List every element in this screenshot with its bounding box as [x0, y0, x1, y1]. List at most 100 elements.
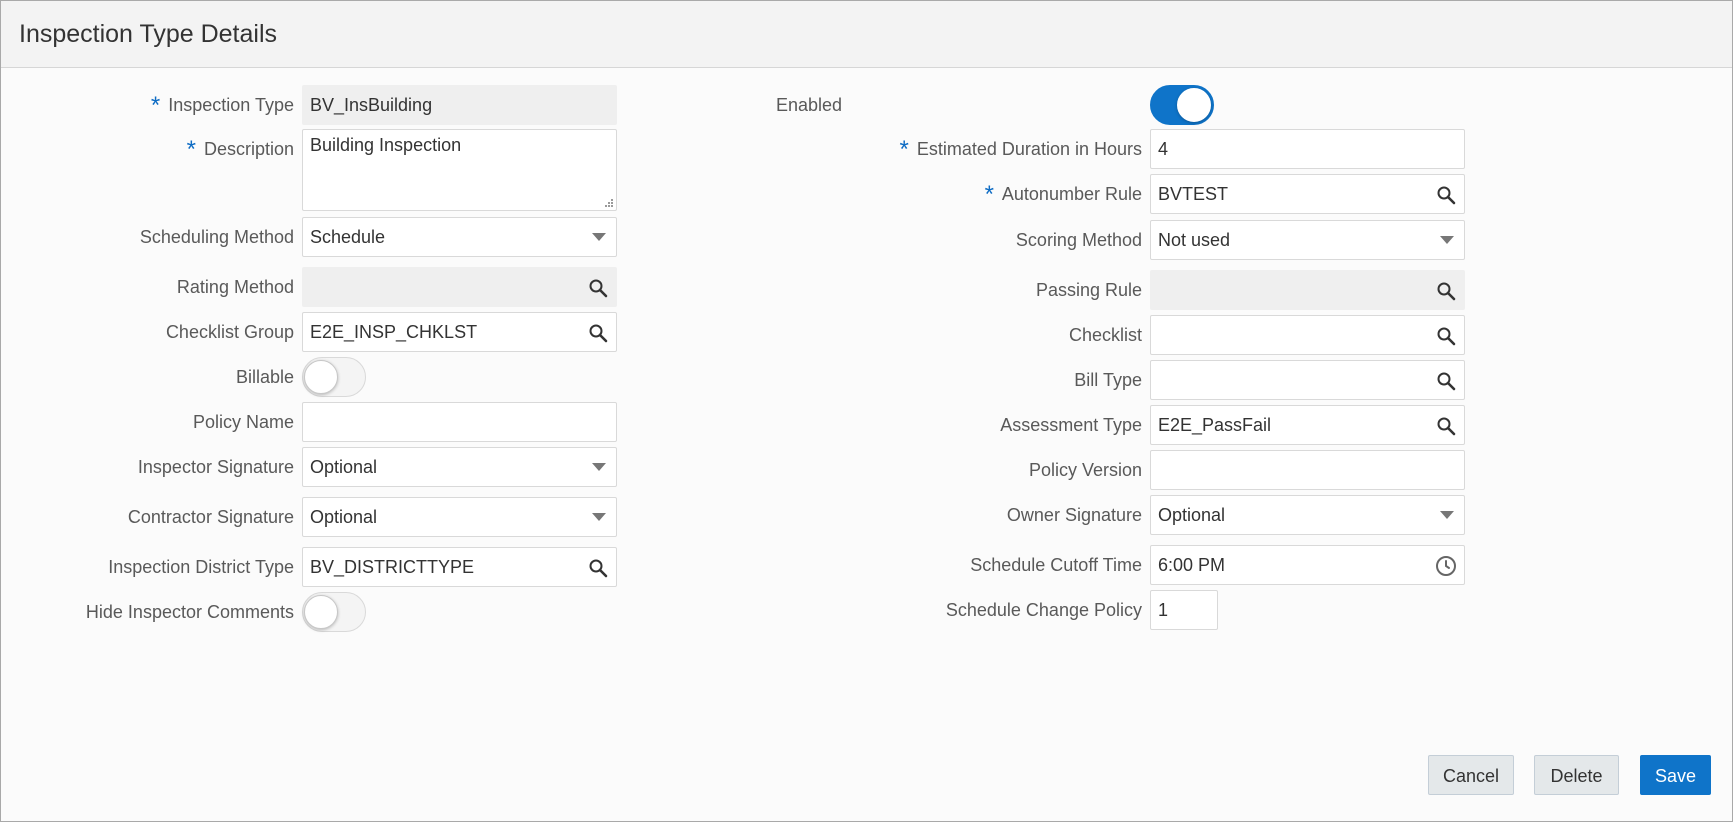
toggle-knob [1177, 88, 1211, 122]
chevron-down-icon [1440, 511, 1454, 519]
schedule-cutoff-time-row: Schedule Cutoff Time 6:00 PM [701, 545, 1471, 585]
search-icon[interactable] [1434, 324, 1458, 348]
checklist-input[interactable] [1150, 315, 1465, 355]
estimated-duration-value: 4 [1158, 139, 1169, 159]
inspection-type-dialog: Inspection Type Details * Inspection Type… [0, 0, 1733, 822]
chevron-down-icon [592, 513, 606, 521]
autonumber-rule-value: BVTEST [1158, 184, 1229, 204]
estimated-duration-input[interactable]: 4 [1150, 129, 1465, 169]
policy-version-label: Policy Version [1028, 460, 1142, 480]
required-marker: * [984, 181, 994, 208]
toggle-knob [304, 360, 338, 394]
inspector-signature-select[interactable]: Optional [302, 447, 617, 487]
enabled-label: Enabled [775, 95, 842, 115]
scheduling-method-select[interactable]: Schedule [302, 217, 617, 257]
billable-label: Billable [235, 367, 294, 387]
estimated-duration-row: * Estimated Duration in Hours 4 [701, 129, 1471, 169]
bill-type-input[interactable] [1150, 360, 1465, 400]
assessment-type-input[interactable]: E2E_PassFail [1150, 405, 1465, 445]
search-icon[interactable] [586, 556, 610, 580]
inspection-type-field: BV_InsBuilding [302, 85, 617, 125]
delete-button[interactable]: Delete [1534, 755, 1619, 795]
policy-version-input[interactable] [1150, 450, 1465, 490]
billable-row: Billable [1, 357, 621, 397]
owner-signature-label: Owner Signature [1006, 505, 1142, 525]
inspection-type-row: * Inspection Type BV_InsBuilding [1, 85, 621, 125]
passing-rule-label: Passing Rule [1035, 280, 1142, 300]
inspection-type-label: * Inspection Type [150, 92, 294, 119]
scheduling-method-row: Scheduling Method Schedule [1, 217, 621, 257]
assessment-type-value: E2E_PassFail [1158, 415, 1272, 435]
inspection-district-type-label: Inspection District Type [108, 557, 294, 577]
search-icon[interactable] [586, 276, 610, 300]
scoring-method-value: Not used [1158, 230, 1231, 250]
enabled-toggle[interactable] [1150, 85, 1214, 125]
resize-handle-icon[interactable] [603, 197, 613, 207]
policy-version-row: Policy Version [701, 450, 1471, 490]
schedule-change-policy-value: 1 [1158, 600, 1169, 620]
hide-inspector-comments-toggle[interactable] [302, 592, 366, 632]
required-marker: * [150, 92, 161, 119]
dialog-title: Inspection Type Details [19, 20, 278, 48]
checklist-group-row: Checklist Group E2E_INSP_CHKLST [1, 312, 621, 352]
schedule-cutoff-time-value: 6:00 PM [1158, 555, 1226, 575]
schedule-change-policy-input[interactable]: 1 [1150, 590, 1218, 630]
search-icon[interactable] [1434, 183, 1458, 207]
checklist-group-value: E2E_INSP_CHKLST [310, 322, 478, 342]
chevron-down-icon [592, 233, 606, 241]
clock-icon[interactable] [1434, 554, 1458, 578]
save-button[interactable]: Save [1640, 755, 1711, 795]
contractor-signature-value: Optional [310, 507, 378, 527]
rating-method-field [302, 267, 617, 307]
chevron-down-icon [592, 463, 606, 471]
contractor-signature-select[interactable]: Optional [302, 497, 617, 537]
billable-toggle[interactable] [302, 357, 366, 397]
inspector-signature-value: Optional [310, 457, 378, 477]
assessment-type-label: Assessment Type [1000, 415, 1142, 435]
required-marker: * [899, 136, 909, 163]
description-value: Building Inspection [310, 135, 462, 155]
scheduling-method-value: Schedule [310, 227, 386, 247]
scoring-method-select[interactable]: Not used [1150, 220, 1465, 260]
scoring-method-row: Scoring Method Not used [701, 220, 1471, 260]
passing-rule-field [1150, 270, 1465, 310]
search-icon[interactable] [1434, 414, 1458, 438]
autonumber-rule-row: * Autonumber Rule BVTEST [701, 174, 1471, 214]
scheduling-method-label: Scheduling Method [139, 227, 294, 247]
rating-method-row: Rating Method [1, 267, 621, 307]
autonumber-rule-label: * Autonumber Rule [984, 181, 1142, 208]
owner-signature-value: Optional [1158, 505, 1226, 525]
schedule-change-policy-label: Schedule Change Policy [945, 600, 1142, 620]
toggle-knob [304, 595, 338, 629]
description-textarea[interactable]: Building Inspection [302, 129, 617, 211]
search-icon[interactable] [586, 321, 610, 345]
rating-method-label: Rating Method [176, 277, 294, 297]
checklist-row: Checklist [701, 315, 1471, 355]
search-icon[interactable] [1434, 279, 1458, 303]
schedule-change-policy-row: Schedule Change Policy 1 [701, 590, 1471, 630]
inspection-district-type-value: BV_DISTRICTTYPE [310, 557, 475, 577]
owner-signature-select[interactable]: Optional [1150, 495, 1465, 535]
cancel-button[interactable]: Cancel [1428, 755, 1514, 795]
description-label: * Description [186, 136, 294, 163]
checklist-group-input[interactable]: E2E_INSP_CHKLST [302, 312, 617, 352]
inspection-district-type-input[interactable]: BV_DISTRICTTYPE [302, 547, 617, 587]
checklist-label: Checklist [1068, 325, 1142, 345]
estimated-duration-label: * Estimated Duration in Hours [899, 136, 1142, 163]
contractor-signature-label: Contractor Signature [127, 507, 294, 527]
hide-inspector-comments-label: Hide Inspector Comments [85, 602, 294, 622]
search-icon[interactable] [1434, 369, 1458, 393]
bill-type-row: Bill Type [701, 360, 1471, 400]
hide-inspector-comments-row: Hide Inspector Comments [1, 592, 621, 632]
autonumber-rule-input[interactable]: BVTEST [1150, 174, 1465, 214]
schedule-cutoff-time-input[interactable]: 6:00 PM [1150, 545, 1465, 585]
description-row: * Description Building Inspection [1, 129, 621, 211]
scoring-method-label: Scoring Method [1015, 230, 1142, 250]
schedule-cutoff-time-label: Schedule Cutoff Time [970, 555, 1142, 575]
chevron-down-icon [1440, 236, 1454, 244]
bill-type-label: Bill Type [1074, 370, 1142, 390]
policy-name-input[interactable] [302, 402, 617, 442]
inspection-type-value: BV_InsBuilding [310, 95, 433, 115]
policy-name-label: Policy Name [192, 412, 294, 432]
enabled-row: Enabled [701, 85, 1471, 125]
